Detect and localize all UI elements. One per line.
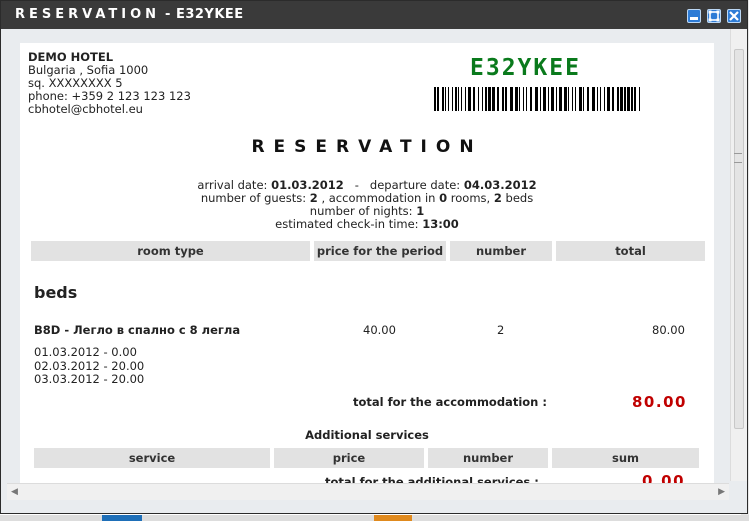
room-price: 40.00 — [363, 323, 396, 337]
checkin-label: estimated check-in time: — [275, 217, 419, 231]
nights-label: number of nights: — [309, 204, 413, 218]
accommodation-label: , accommodation in — [321, 191, 436, 205]
departure-label: departure date: — [369, 178, 461, 192]
dialog-titlebar[interactable]: RESERVATION - E32YKEE — [1, 1, 747, 29]
dialog-title: RESERVATION - E32YKEE — [15, 7, 244, 22]
reservation-heading: RESERVATION — [251, 137, 483, 157]
reservation-document: DEMO HOTEL Bulgaria , Sofia 1000 sq. XXX… — [20, 43, 714, 483]
nightly-price-line: 03.03.2012 - 20.00 — [34, 372, 145, 386]
room-total: 80.00 — [652, 323, 685, 337]
col-total: total — [556, 241, 705, 261]
hotel-info: DEMO HOTEL Bulgaria , Sofia 1000 sq. XXX… — [28, 51, 191, 116]
close-icon — [729, 11, 739, 21]
room-number: 2 — [497, 323, 505, 337]
room-type-name: B8D - Легло в спално с 8 легла — [34, 323, 241, 337]
minimize-button[interactable] — [687, 9, 701, 23]
nights-count: 1 — [416, 204, 425, 218]
background-orange-block — [374, 515, 412, 521]
reservation-summary: arrival date: 01.03.2012 - departure dat… — [20, 179, 714, 231]
dialog-title-prefix: RESERVATION — [15, 7, 161, 22]
checkin-line: estimated check-in time: 13:00 — [20, 218, 714, 231]
col-number: number — [450, 241, 552, 261]
services-total-value: 0.00 — [642, 472, 686, 483]
nightly-prices: 01.03.2012 - 0.00 02.03.2012 - 20.00 03.… — [34, 345, 145, 387]
arrival-date: 01.03.2012 — [271, 178, 344, 192]
reservation-dialog: RESERVATION - E32YKEE DEMO HOTEL Bulgari… — [0, 0, 748, 514]
services-total-label: total for the additional services : — [325, 475, 539, 483]
reservation-code: E32YKEE — [470, 55, 581, 81]
horizontal-scrollbar[interactable]: ◀ ▶ — [7, 483, 729, 500]
col-sum: sum — [552, 448, 699, 468]
col-price: price — [274, 448, 424, 468]
maximize-icon — [708, 10, 720, 22]
nightly-price-line: 02.03.2012 - 20.00 — [34, 358, 145, 373]
vertical-scrollbar[interactable] — [730, 29, 747, 481]
col-price-period: price for the period — [314, 241, 446, 261]
nightly-price-line: 01.03.2012 - 0.00 — [34, 345, 137, 359]
maximize-button[interactable] — [707, 9, 721, 23]
scroll-right-icon[interactable]: ▶ — [718, 487, 725, 497]
col-service-number: number — [428, 448, 548, 468]
scrollbar-thumb[interactable] — [734, 49, 744, 429]
rooms-count: 0 — [439, 191, 448, 205]
beds-label: beds — [505, 191, 534, 205]
background-blue-block — [102, 515, 142, 521]
additional-services-title: Additional services — [305, 428, 429, 442]
section-title: beds — [34, 283, 78, 302]
arrival-label: arrival date: — [197, 178, 268, 192]
checkin-time: 13:00 — [422, 217, 459, 231]
beds-count: 2 — [493, 191, 502, 205]
accommodation-total-value: 80.00 — [632, 393, 687, 411]
scroll-grip-icon — [734, 153, 742, 163]
col-room-type: room type — [31, 241, 310, 261]
col-service: service — [34, 448, 270, 468]
dialog-title-code: - E32YKEE — [160, 7, 244, 22]
close-button[interactable] — [727, 9, 741, 23]
guests-count: 2 — [309, 191, 318, 205]
guests-label: number of guests: — [200, 191, 307, 205]
departure-date: 04.03.2012 — [463, 178, 537, 192]
barcode-image — [434, 87, 640, 111]
accommodation-total-label: total for the accommodation : — [353, 395, 547, 409]
rooms-label: rooms, — [450, 191, 491, 205]
scroll-left-icon[interactable]: ◀ — [11, 487, 18, 497]
hotel-email: cbhotel@cbhotel.eu — [28, 102, 143, 116]
